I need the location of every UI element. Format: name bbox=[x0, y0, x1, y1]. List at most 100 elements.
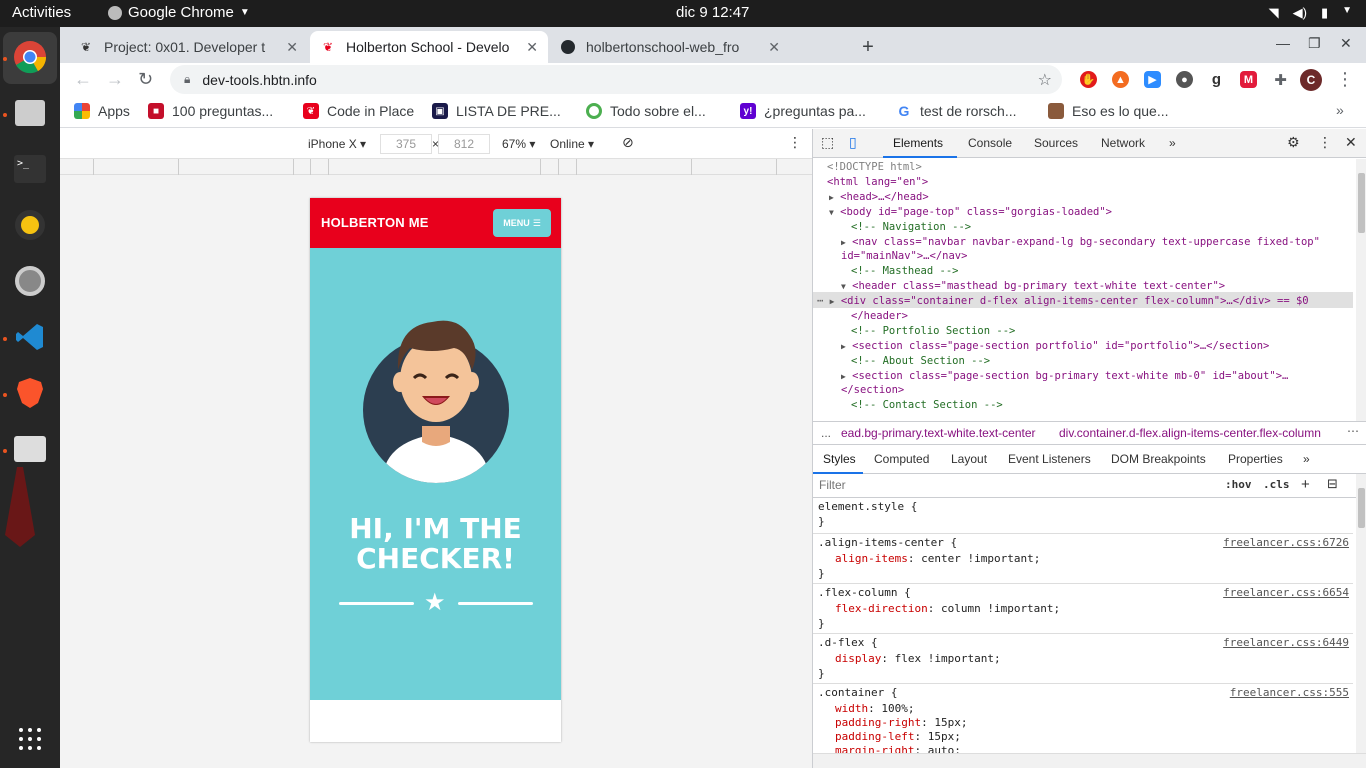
dom-node[interactable]: <!-- Navigation --> bbox=[851, 221, 971, 233]
profile-avatar[interactable]: C bbox=[1300, 69, 1322, 91]
subtab-dom-breakpoints[interactable]: DOM Breakpoints bbox=[1111, 452, 1206, 466]
bookmark-apps[interactable]: Apps bbox=[74, 103, 130, 119]
dom-node[interactable]: ▶ <section class="page-section bg-primar… bbox=[841, 370, 1288, 382]
breadcrumb-more-icon[interactable]: ⋯ bbox=[1347, 424, 1359, 438]
address-bar[interactable]: 🔒︎ dev-tools.hbtn.info ☆ bbox=[170, 65, 1062, 94]
more-options-icon[interactable]: ⋮ bbox=[1318, 134, 1332, 151]
subtab-event-listeners[interactable]: Event Listeners bbox=[1008, 452, 1091, 466]
dom-node[interactable]: ▼ <header class="masthead bg-primary tex… bbox=[841, 280, 1225, 292]
brand-link[interactable]: HOLBERTON ME bbox=[321, 215, 429, 230]
expand-triangle-icon[interactable]: ▶ bbox=[829, 193, 834, 202]
dom-node[interactable]: </header> bbox=[851, 310, 908, 322]
tab-sources[interactable]: Sources bbox=[1034, 136, 1078, 150]
puzzle-icon[interactable]: ✚ bbox=[1272, 71, 1289, 89]
tab-holberton-active[interactable]: ❦ Holberton School - Develo ✕ bbox=[310, 31, 548, 63]
ext-icon[interactable]: ● bbox=[1176, 71, 1193, 88]
rule-declaration[interactable]: display: flex !important; bbox=[835, 652, 1001, 665]
back-icon[interactable]: ← bbox=[74, 69, 92, 90]
activities-button[interactable]: Activities bbox=[12, 4, 71, 21]
close-icon[interactable]: ✕ bbox=[526, 39, 538, 56]
terminal-dock-icon[interactable]: >_ bbox=[10, 149, 50, 189]
style-rule[interactable]: .align-items-center { freelancer.css:672… bbox=[813, 534, 1353, 584]
rhythmbox-dock-icon[interactable] bbox=[10, 205, 50, 245]
dom-node[interactable]: id="mainNav">…</nav> bbox=[841, 250, 967, 262]
styles-scrollbar[interactable] bbox=[1356, 474, 1366, 768]
expand-triangle-icon[interactable]: ▶ bbox=[841, 238, 846, 247]
minimize-icon[interactable]: — bbox=[1276, 35, 1290, 51]
collapse-triangle-icon[interactable]: ▼ bbox=[841, 282, 846, 291]
new-tab-button[interactable]: + bbox=[854, 33, 882, 61]
chrome-dock-icon[interactable] bbox=[10, 37, 50, 77]
bookmark-item[interactable]: ❦ Code in Place bbox=[303, 103, 414, 119]
subtab-styles[interactable]: Styles bbox=[823, 452, 856, 466]
filter-input[interactable]: Filter bbox=[819, 478, 846, 492]
horizontal-scrollbar[interactable] bbox=[813, 753, 1366, 768]
dom-node[interactable]: <html lang="en"> bbox=[827, 176, 928, 188]
settings-dock-icon[interactable] bbox=[10, 261, 50, 301]
device-select[interactable]: iPhone X ▾ bbox=[308, 137, 366, 151]
rule-declaration[interactable]: flex-direction: column !important; bbox=[835, 602, 1060, 615]
expand-triangle-icon[interactable]: ▶ bbox=[841, 342, 846, 351]
rule-source-link[interactable]: freelancer.css:6449 bbox=[1223, 636, 1349, 649]
bookmark-star-icon[interactable]: ☆ bbox=[1038, 70, 1052, 90]
rule-declaration[interactable]: margin-right: auto; bbox=[835, 744, 961, 753]
dom-node-selected[interactable]: ⋯ ▶ <div class="container d-flex align-i… bbox=[817, 295, 1309, 307]
more-menu-icon[interactable]: ⋮ bbox=[1336, 69, 1354, 90]
breadcrumb-item-active[interactable]: div.container.d-flex.align-items-center.… bbox=[1059, 426, 1321, 440]
vscode-dock-icon[interactable] bbox=[10, 317, 50, 357]
rotate-icon[interactable]: ⊘ bbox=[622, 134, 634, 151]
rule-declaration[interactable]: width: 100%; bbox=[835, 702, 915, 715]
height-input[interactable]: 812 bbox=[438, 134, 490, 154]
dom-node[interactable]: ▶ <nav class="navbar navbar-expand-lg bg… bbox=[841, 236, 1320, 248]
gear-icon[interactable]: ⚙ bbox=[1287, 134, 1300, 151]
rule-source-link[interactable]: freelancer.css:555 bbox=[1230, 686, 1349, 699]
dom-node[interactable]: </section> bbox=[841, 384, 904, 396]
dom-tree[interactable]: <!DOCTYPE html> <html lang="en"> ▶ <head… bbox=[813, 159, 1353, 421]
dom-node[interactable]: <!-- About Section --> bbox=[851, 355, 990, 367]
scrollbar-thumb[interactable] bbox=[1358, 173, 1365, 233]
style-rule-element[interactable]: element.style { } bbox=[813, 498, 1353, 534]
cls-toggle[interactable]: .cls bbox=[1263, 478, 1290, 491]
style-rule[interactable]: .d-flex { freelancer.css:6449 display: f… bbox=[813, 634, 1353, 684]
dom-node[interactable]: <!-- Portfolio Section --> bbox=[851, 325, 1015, 337]
dom-node[interactable]: ▶ <head>…</head> bbox=[829, 191, 929, 203]
rule-declaration[interactable]: padding-left: 15px; bbox=[835, 730, 961, 743]
more-bookmarks-icon[interactable]: » bbox=[1336, 102, 1344, 118]
dom-node[interactable]: <!-- Contact Section --> bbox=[851, 399, 1003, 411]
inspect-icon[interactable]: ⬚ bbox=[821, 134, 834, 151]
bookmark-item[interactable]: G test de rorsch... bbox=[896, 103, 1016, 119]
bookmark-item[interactable]: Eso es lo que... bbox=[1048, 103, 1169, 119]
bookmark-item[interactable]: ■ 100 preguntas... bbox=[148, 103, 273, 119]
rule-declaration[interactable]: align-items: center !important; bbox=[835, 552, 1040, 565]
search-tool-dock-icon[interactable] bbox=[10, 429, 50, 469]
subtab-layout[interactable]: Layout bbox=[951, 452, 987, 466]
gmail-icon[interactable]: M bbox=[1240, 71, 1257, 88]
close-icon[interactable]: ✕ bbox=[1345, 134, 1357, 151]
expand-triangle-icon[interactable]: ▶ bbox=[830, 297, 835, 306]
adblock-icon[interactable]: ✋ bbox=[1080, 71, 1097, 88]
breadcrumb-item[interactable]: ead.bg-primary.text-white.text-center bbox=[841, 426, 1036, 440]
expand-triangle-icon[interactable]: ▶ bbox=[841, 372, 846, 381]
hov-toggle[interactable]: :hov bbox=[1225, 478, 1252, 491]
device-toggle-icon[interactable]: ▯ bbox=[849, 134, 857, 151]
tab-github[interactable]: holbertonschool-web_fro ✕ bbox=[550, 31, 790, 63]
close-window-icon[interactable]: ✕ bbox=[1340, 35, 1352, 52]
forward-icon[interactable]: → bbox=[106, 69, 124, 90]
maximize-icon[interactable]: ❐ bbox=[1308, 35, 1321, 52]
close-icon[interactable]: ✕ bbox=[768, 39, 780, 56]
fire-icon[interactable]: ▲ bbox=[1112, 71, 1129, 88]
more-subtabs-icon[interactable]: » bbox=[1303, 452, 1310, 466]
style-rule[interactable]: .container { freelancer.css:555 width: 1… bbox=[813, 684, 1353, 753]
rule-source-link[interactable]: freelancer.css:6726 bbox=[1223, 536, 1349, 549]
dom-node[interactable]: <!DOCTYPE html> bbox=[827, 161, 922, 173]
network-select[interactable]: Online ▾ bbox=[550, 137, 594, 151]
subtab-properties[interactable]: Properties bbox=[1228, 452, 1283, 466]
grammarly-icon[interactable]: g bbox=[1208, 71, 1225, 88]
clock[interactable]: dic 9 12:47 bbox=[676, 4, 749, 21]
bookmark-item[interactable]: y! ¿preguntas pa... bbox=[740, 103, 866, 119]
subtab-computed[interactable]: Computed bbox=[874, 452, 929, 466]
sidebar-toggle-icon[interactable]: ⊟ bbox=[1327, 476, 1338, 492]
more-tabs-icon[interactable]: » bbox=[1169, 136, 1176, 150]
show-apps-icon[interactable] bbox=[10, 719, 50, 759]
zoom-icon[interactable]: ▶ bbox=[1144, 71, 1161, 88]
